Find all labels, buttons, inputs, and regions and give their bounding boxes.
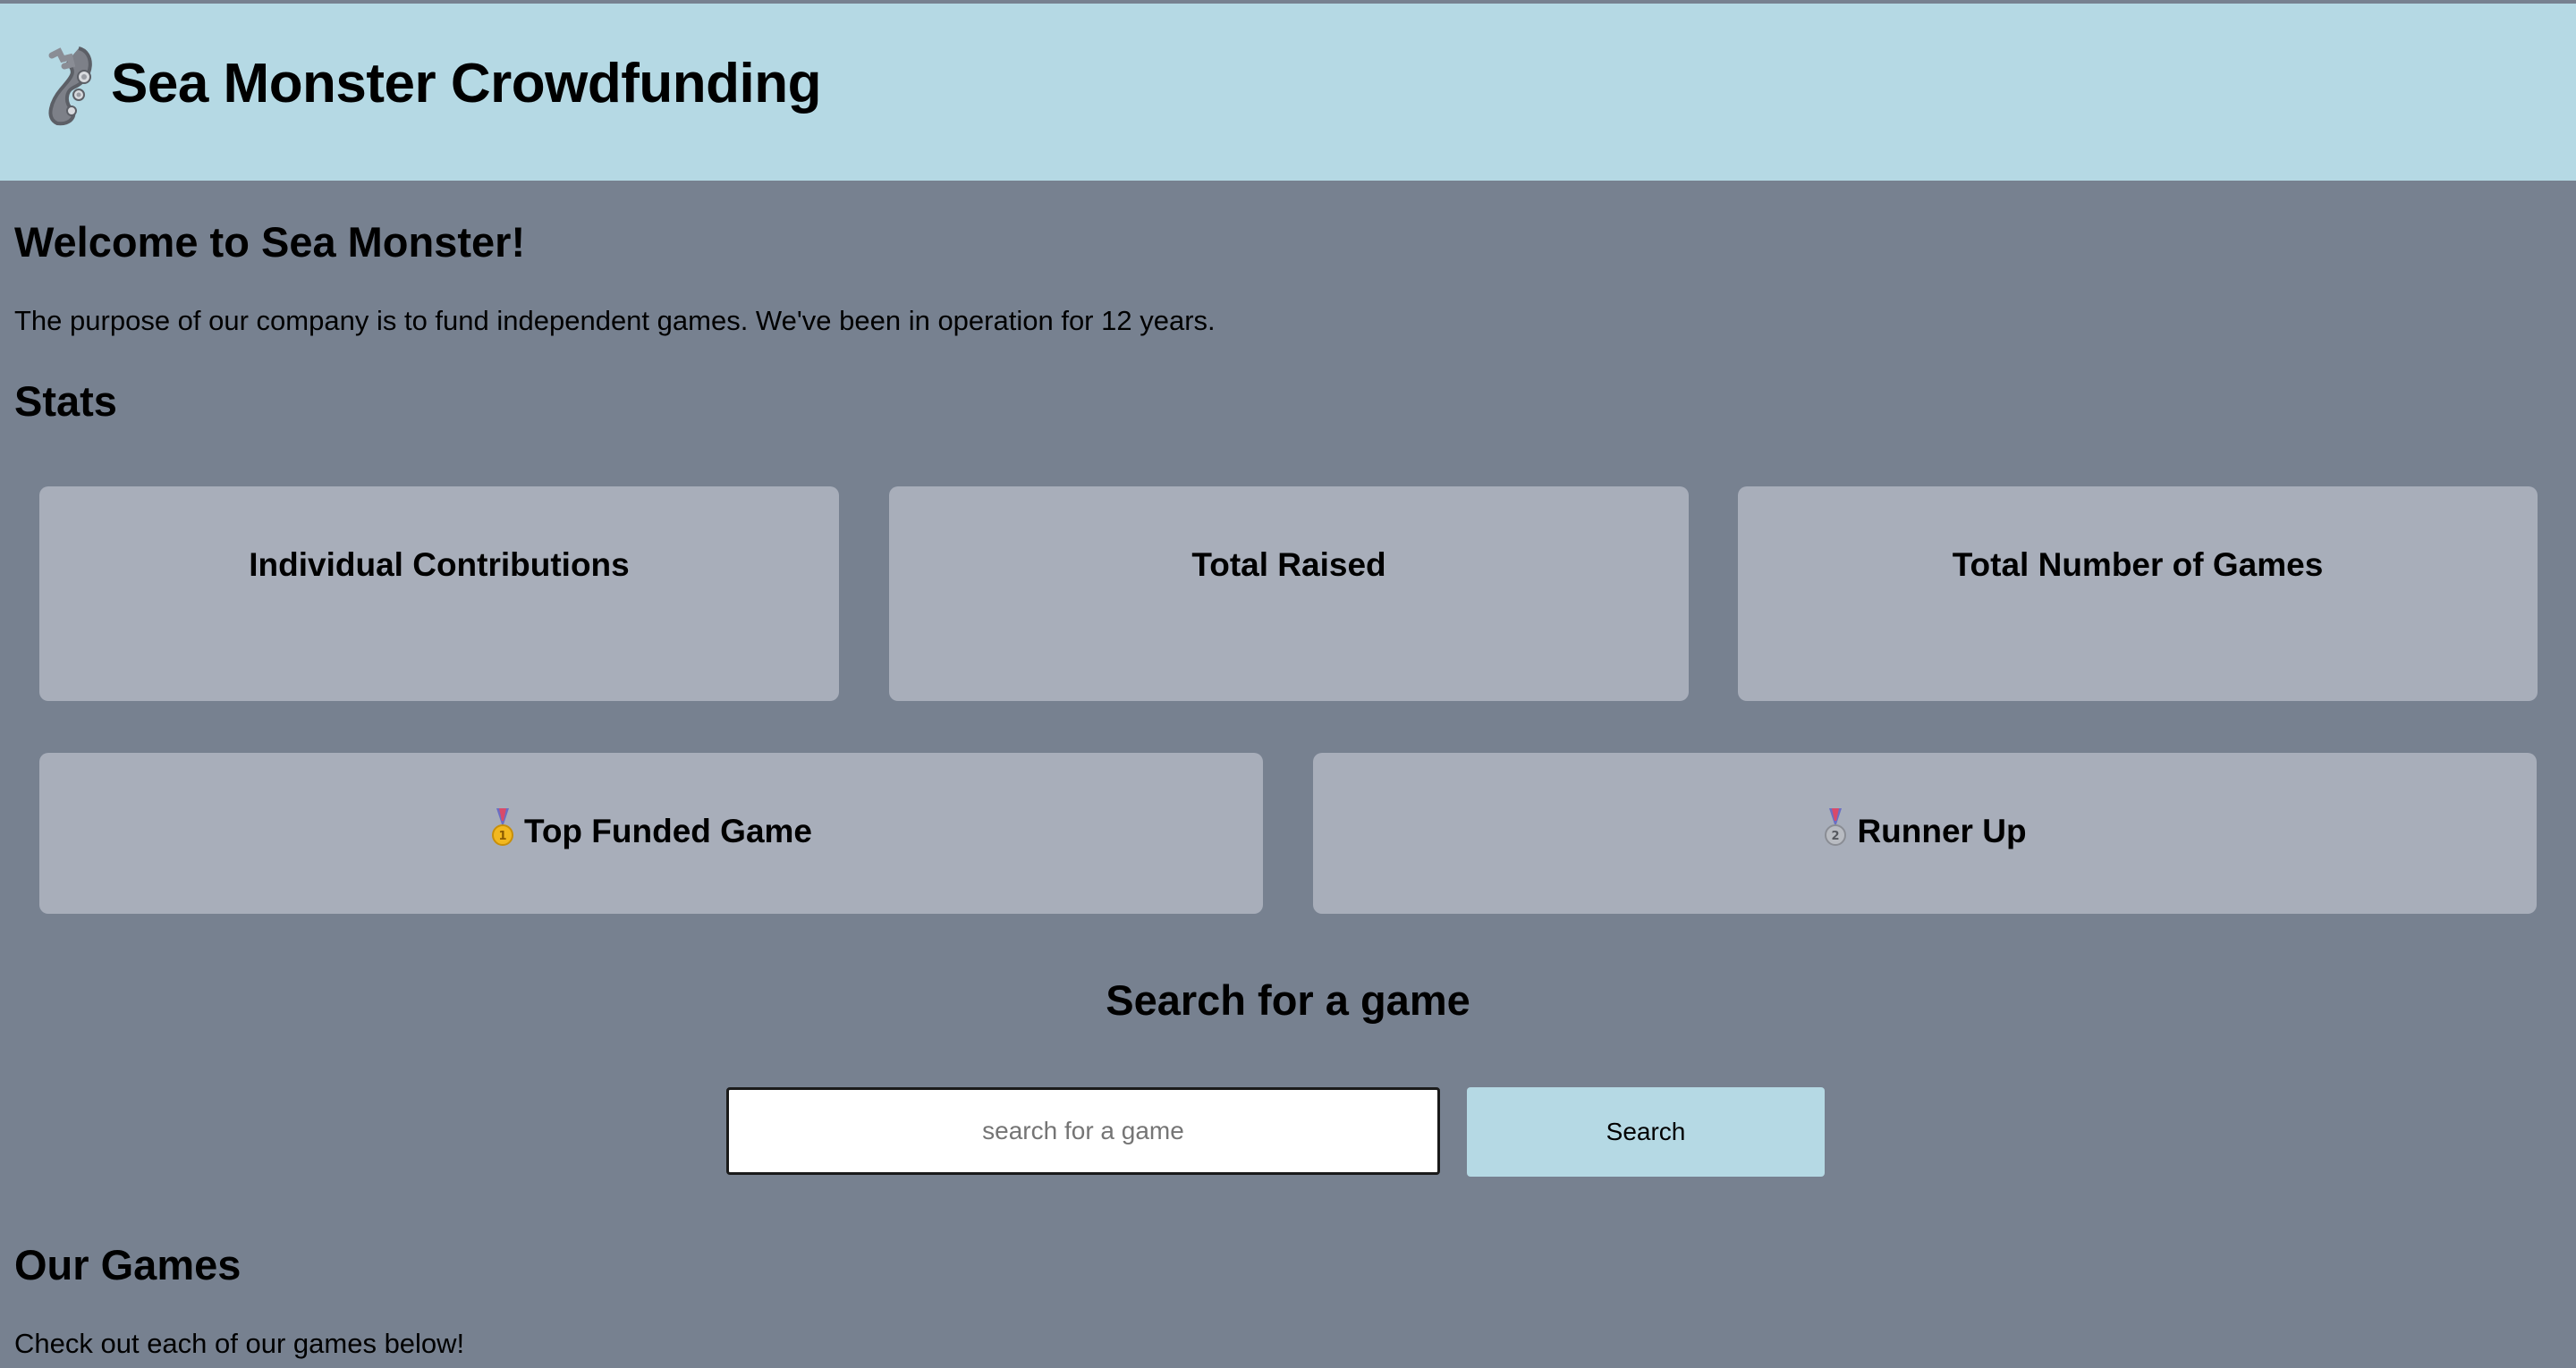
- runner-up-card: 2 Runner Up: [1313, 753, 2537, 914]
- our-games-text: Check out each of our games below!: [14, 1328, 465, 1359]
- individual-contributions-card: Individual Contributions: [39, 486, 839, 701]
- our-games-heading: Our Games: [14, 1241, 242, 1288]
- total-raised-card: Total Raised: [889, 486, 1689, 701]
- stats-heading: Stats: [14, 377, 117, 425]
- welcome-heading: Welcome to Sea Monster!: [14, 218, 526, 266]
- top-funded-game-label: Top Funded Game: [523, 813, 813, 849]
- search-heading: Search for a game: [1106, 976, 1470, 1024]
- card-title: Total Number of Games: [1952, 546, 2324, 583]
- intro-text: The purpose of our company is to fund in…: [14, 305, 1216, 336]
- total-games-card: Total Number of Games: [1738, 486, 2538, 701]
- card-title-row: 2 Runner Up: [1313, 808, 2537, 854]
- sea-monster-tentacle-icon: [48, 46, 92, 126]
- gold-medal-icon: 1: [491, 808, 513, 846]
- card-title: Individual Contributions: [249, 546, 630, 583]
- search-button[interactable]: Search: [1467, 1087, 1825, 1177]
- site-title: Sea Monster Crowdfunding: [111, 53, 822, 114]
- svg-text:1: 1: [498, 830, 506, 843]
- silver-medal-icon: 2: [1825, 808, 1847, 846]
- runner-up-label: Runner Up: [1857, 813, 2027, 849]
- card-title: Total Raised: [1191, 546, 1386, 583]
- card-title-row: 1 Top Funded Game: [39, 808, 1263, 854]
- svg-text:2: 2: [1832, 830, 1840, 843]
- site-header: Sea Monster Crowdfunding: [0, 4, 2576, 181]
- top-funded-game-card: 1 Top Funded Game: [39, 753, 1263, 914]
- search-input[interactable]: [726, 1087, 1440, 1175]
